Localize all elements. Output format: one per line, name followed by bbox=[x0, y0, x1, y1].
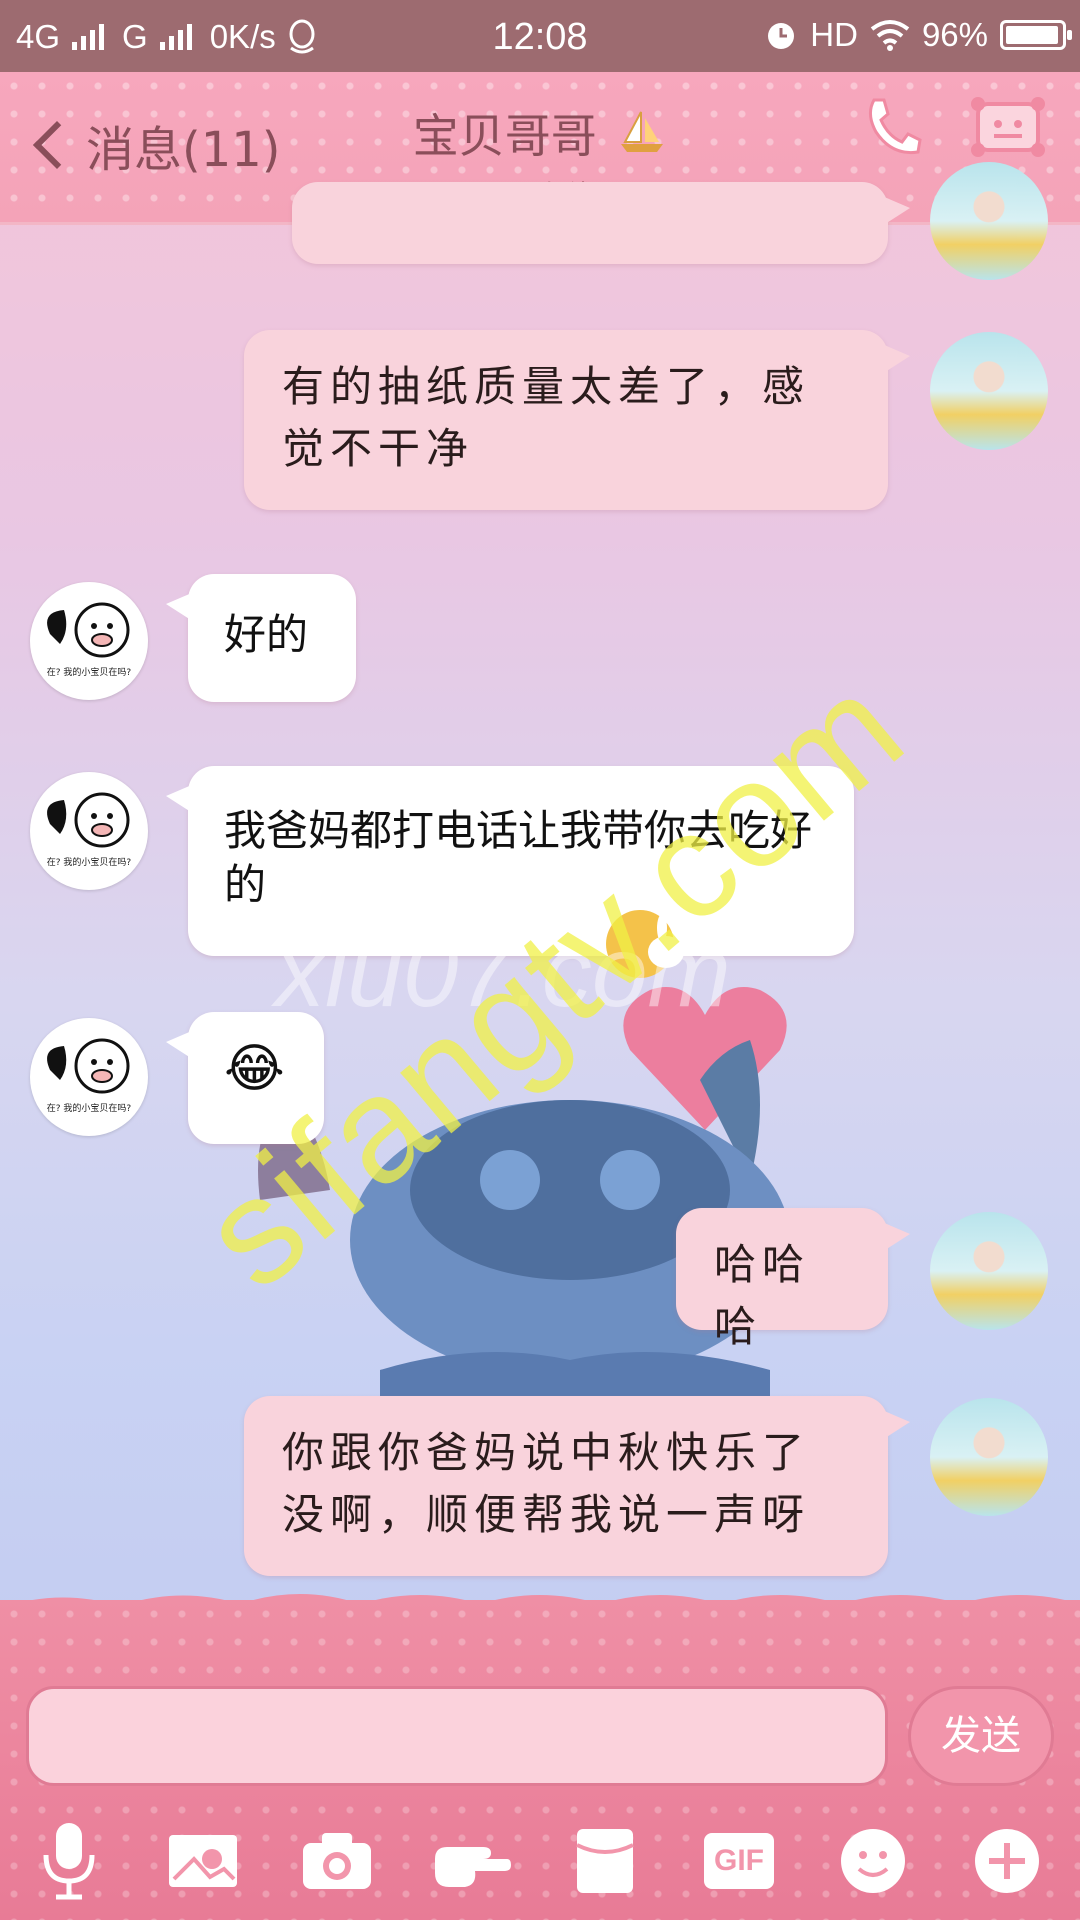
gif-button[interactable]: GIF bbox=[696, 1818, 782, 1904]
alarm-icon bbox=[768, 23, 795, 49]
composer-toolbar: GIF bbox=[0, 1818, 1080, 1904]
phone-icon[interactable] bbox=[862, 94, 922, 158]
plus-icon bbox=[975, 1829, 1039, 1893]
wifi-icon bbox=[870, 20, 910, 51]
message-bubble-partial[interactable] bbox=[292, 182, 910, 264]
gif-icon: GIF bbox=[704, 1833, 774, 1889]
message-bubble-outgoing[interactable]: 你跟你爸妈说中秋快乐了没啊，顺便帮我说一声呀 bbox=[244, 1396, 910, 1576]
my-avatar[interactable] bbox=[930, 162, 1048, 280]
mooncake-rabbit-decoration bbox=[606, 910, 684, 978]
avatar-caption: 在? 我的小宝贝在吗? bbox=[46, 668, 132, 678]
avatar-caption: 在? 我的小宝贝在吗? bbox=[46, 1104, 132, 1114]
emoji-button[interactable] bbox=[830, 1818, 916, 1904]
friend-avatar[interactable]: 在? 我的小宝贝在吗? bbox=[30, 582, 148, 700]
smiley-icon bbox=[841, 1829, 905, 1893]
envelope-icon bbox=[576, 1829, 634, 1893]
send-button[interactable]: 发送 bbox=[908, 1686, 1054, 1786]
chat-screen: 4G G 0K/s 12:08 HD 96% 消息(11) 宝贝哥哥 iPhon… bbox=[0, 0, 1080, 1920]
avatar-face-icon bbox=[47, 1038, 130, 1094]
message-text: 哈哈哈 bbox=[714, 1240, 811, 1351]
microphone-icon bbox=[43, 1823, 95, 1900]
sailboat-icon bbox=[621, 111, 664, 152]
hd-indicator: HD bbox=[810, 16, 858, 53]
message-bubble-incoming[interactable]: 好的 bbox=[166, 574, 356, 702]
avatar-face-icon bbox=[47, 602, 130, 658]
message-list[interactable]: 有的抽纸质量太差了，感觉不干净 在? 我的小宝贝在吗? 好的 在? 我的小宝贝在… bbox=[0, 162, 1080, 1602]
contact-title: 宝贝哥哥 bbox=[412, 109, 597, 163]
more-button[interactable] bbox=[964, 1818, 1050, 1904]
battery-fill bbox=[1006, 26, 1058, 44]
voice-button[interactable] bbox=[26, 1818, 112, 1904]
message-input[interactable] bbox=[26, 1686, 888, 1786]
friend-avatar[interactable]: 在? 我的小宝贝在吗? bbox=[30, 772, 148, 890]
avatar-caption: 在? 我的小宝贝在吗? bbox=[46, 858, 132, 868]
status-bar: 4G G 0K/s 12:08 HD 96% bbox=[0, 0, 1080, 72]
message-text: 你跟你爸妈说中秋快乐了没啊，顺便帮我说一声呀 bbox=[282, 1428, 811, 1539]
pointing-hand-icon bbox=[435, 1847, 511, 1887]
camera-button[interactable] bbox=[294, 1818, 380, 1904]
photo-album-button[interactable] bbox=[160, 1818, 246, 1904]
message-text: 有的抽纸质量太差了，感觉不干净 bbox=[282, 362, 811, 473]
my-avatar[interactable] bbox=[930, 1212, 1048, 1330]
camera-icon bbox=[303, 1833, 371, 1889]
message-bubble-outgoing[interactable]: 有的抽纸质量太差了，感觉不干净 bbox=[244, 330, 910, 510]
message-bubble-outgoing[interactable]: 哈哈哈 bbox=[676, 1208, 910, 1351]
my-avatar[interactable] bbox=[930, 332, 1048, 450]
avatar-face-icon bbox=[47, 792, 130, 848]
my-avatar[interactable] bbox=[930, 1398, 1048, 1516]
message-bubble-incoming[interactable]: 😂 bbox=[166, 1012, 324, 1144]
tears-of-joy-emoji: 😂 bbox=[224, 1039, 285, 1099]
profile-icon[interactable] bbox=[970, 94, 1046, 160]
friend-avatar[interactable]: 在? 我的小宝贝在吗? bbox=[30, 1018, 148, 1136]
battery-percent: 96% bbox=[921, 16, 988, 53]
message-text: 我爸妈都打电话让我带你去吃好的 bbox=[224, 806, 813, 909]
red-packet-button[interactable] bbox=[562, 1818, 648, 1904]
message-text: 好的 bbox=[224, 610, 309, 659]
image-icon bbox=[169, 1835, 237, 1887]
poke-button[interactable] bbox=[428, 1818, 514, 1904]
battery-icon bbox=[1000, 20, 1072, 50]
message-bubble-incoming[interactable]: 我爸妈都打电话让我带你去吃好的 bbox=[166, 766, 854, 956]
